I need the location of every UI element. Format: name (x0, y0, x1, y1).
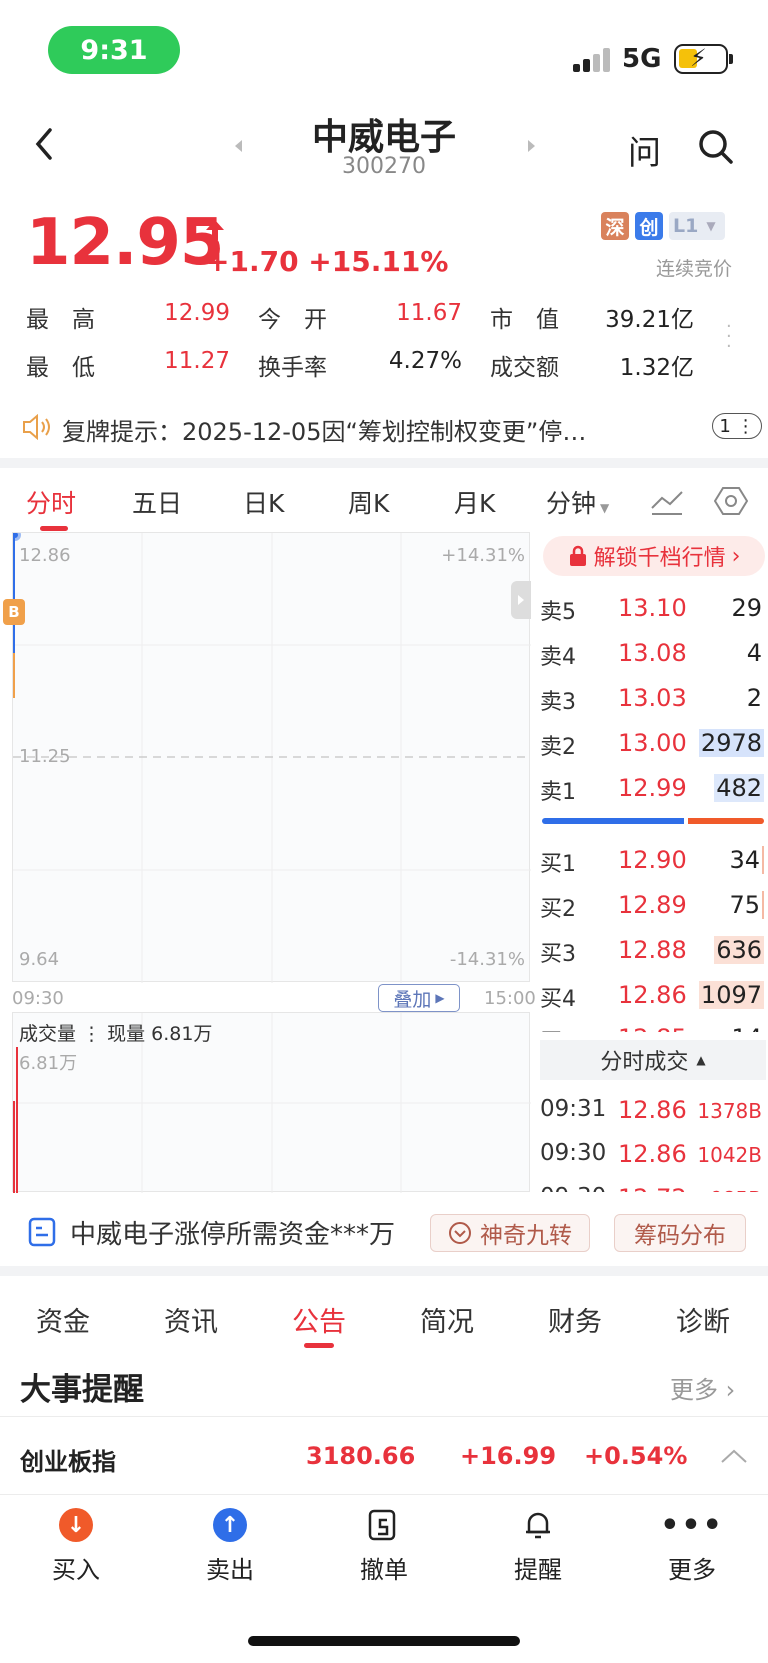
magic-nine-button[interactable]: 神奇九转 (430, 1214, 590, 1252)
more-dots-icon: ••• (660, 1507, 724, 1543)
more-button[interactable]: ••• 更多 (652, 1508, 732, 1585)
buy-icon: ↓ (59, 1508, 93, 1542)
trade-row: 09:31 12.86 1378B (540, 1094, 766, 1128)
index-pct: +0.54% (584, 1442, 688, 1470)
tab-announcements[interactable]: 公告 (292, 1300, 346, 1339)
buy-button[interactable]: ↓ 买入 (36, 1508, 116, 1585)
bell-icon (521, 1508, 555, 1542)
trade-row: 09:30 12.86 1042B (540, 1138, 766, 1172)
index-name[interactable]: 创业板指 (20, 1442, 116, 1477)
collapse-icon[interactable] (720, 1448, 748, 1468)
cancel-order-icon (367, 1508, 401, 1542)
trade-row: 09:30 12.72 985B (540, 1182, 766, 1192)
index-change: +16.99 (460, 1442, 557, 1470)
cancel-order-button[interactable]: 撤单 (344, 1508, 424, 1585)
tab-capital[interactable]: 资金 (36, 1300, 90, 1339)
home-indicator[interactable] (248, 1636, 520, 1646)
tab-news[interactable]: 资讯 (164, 1300, 218, 1339)
limit-up-capital[interactable]: 中威电子涨停所需资金***万 (70, 1214, 395, 1251)
active-tab-indicator (304, 1343, 334, 1348)
alert-button[interactable]: 提醒 (498, 1508, 578, 1585)
trade-price: 12.86 (618, 1096, 687, 1124)
tab-profile[interactable]: 简况 (420, 1300, 474, 1339)
chip-distribution-button[interactable]: 筹码分布 (614, 1214, 746, 1252)
events-title: 大事提醒 (20, 1372, 144, 1408)
document-icon (28, 1217, 56, 1251)
sell-button[interactable]: ↑ 卖出 (190, 1508, 270, 1585)
trade-volume: 985B (710, 1187, 762, 1192)
trade-time: 09:30 (540, 1140, 607, 1166)
trade-time: 09:30 (540, 1184, 606, 1192)
sell-icon: ↑ (213, 1508, 247, 1542)
divider (0, 1416, 768, 1417)
trade-price: 12.86 (618, 1140, 687, 1168)
section-divider (0, 1266, 768, 1276)
events-more-link[interactable]: 更多 › (670, 1370, 735, 1405)
tab-finance[interactable]: 财务 (548, 1300, 602, 1339)
trade-price: 12.72 (618, 1184, 687, 1192)
trade-volume: 1378B (697, 1099, 762, 1123)
trade-time: 09:31 (540, 1096, 607, 1122)
tab-diagnosis[interactable]: 诊断 (676, 1300, 730, 1339)
index-value: 3180.66 (306, 1442, 416, 1470)
divider (0, 1494, 768, 1495)
trade-volume: 1042B (697, 1143, 762, 1167)
